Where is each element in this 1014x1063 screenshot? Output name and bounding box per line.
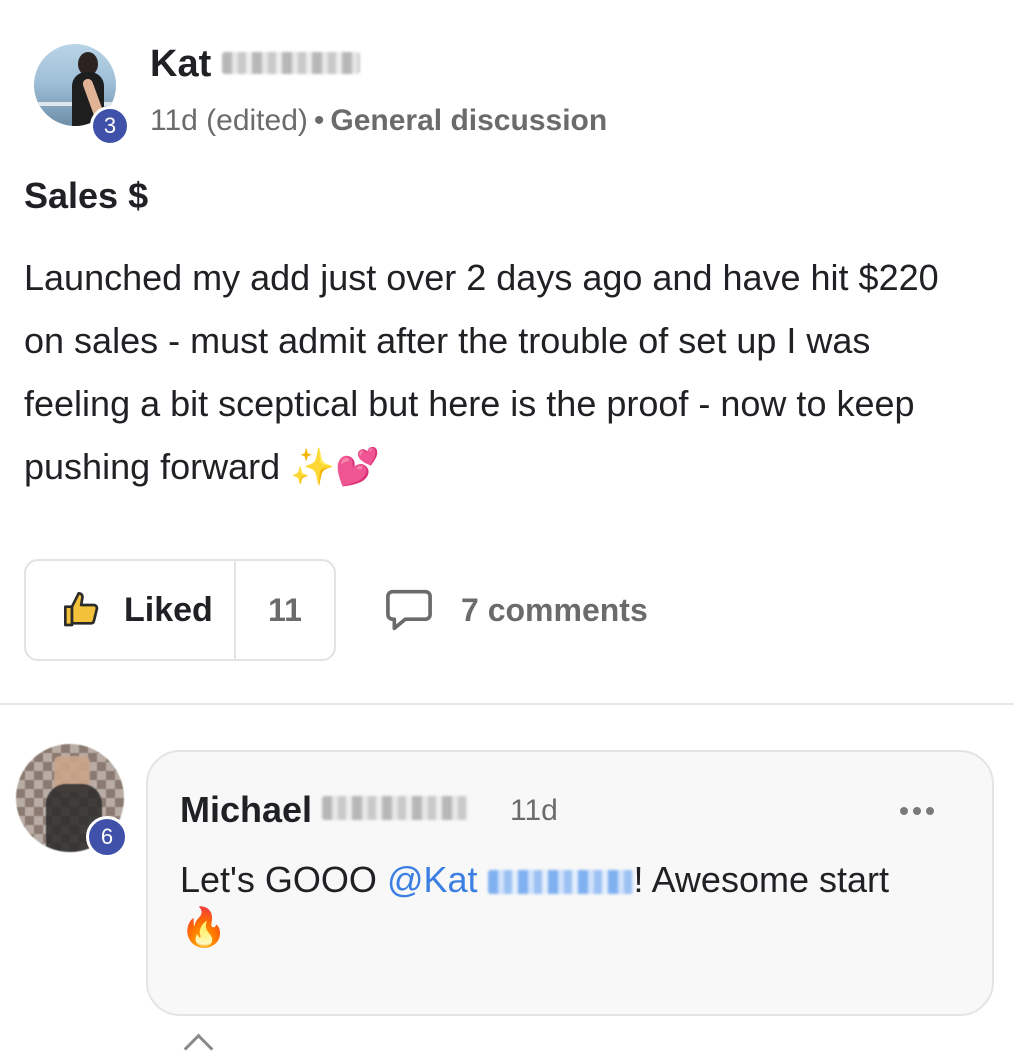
section-divider xyxy=(0,703,1014,705)
like-button[interactable]: Liked xyxy=(26,561,236,659)
mention-handle: @Kat xyxy=(386,859,478,900)
author-first-name: Kat xyxy=(150,43,212,85)
redacted-mention-surname xyxy=(487,870,634,894)
more-options-icon[interactable] xyxy=(900,796,940,826)
fire-emoji: 🔥 xyxy=(180,907,228,949)
comment-time: 11d xyxy=(510,794,558,827)
post-meta: 11d (edited) • General discussion xyxy=(150,102,607,140)
reply-arrow-icon[interactable] xyxy=(183,1033,214,1063)
hearts-emoji: 💕 xyxy=(334,446,380,487)
commenter-name[interactable]: Michael xyxy=(180,788,469,832)
like-label: Liked xyxy=(124,590,213,629)
post-title: Sales $ xyxy=(24,175,149,216)
author-level-badge: 3 xyxy=(90,106,130,146)
comment-text: Let's GOOO @Kat ! Awesome start 🔥 xyxy=(180,856,970,952)
comments-count-label: 7 comments xyxy=(461,591,648,628)
comment-text-start: Let's GOOO xyxy=(180,859,387,900)
commenter-first-name: Michael xyxy=(180,789,313,830)
post-body-text: Launched my add just over 2 days ago and… xyxy=(24,257,939,487)
like-count[interactable]: 11 xyxy=(236,561,334,659)
author-name[interactable]: Kat xyxy=(150,42,360,86)
meta-separator: • xyxy=(313,104,325,137)
sparkles-emoji: ✨ xyxy=(290,446,335,487)
comments-link[interactable]: 7 comments xyxy=(385,588,648,632)
post-time: 11d (edited) xyxy=(150,104,308,137)
post-category-link[interactable]: General discussion xyxy=(330,104,607,137)
comment-text-end: ! Awesome start xyxy=(633,859,889,900)
thumbs-up-icon xyxy=(63,592,99,627)
comment-bubble-icon xyxy=(386,589,432,631)
like-control: Liked 11 xyxy=(24,559,336,661)
redacted-surname xyxy=(322,796,469,820)
post-body: Launched my add just over 2 days ago and… xyxy=(24,246,984,498)
redacted-surname xyxy=(221,52,360,74)
commenter-level-badge: 6 xyxy=(86,816,128,858)
mention-link[interactable]: @Kat xyxy=(387,859,634,900)
